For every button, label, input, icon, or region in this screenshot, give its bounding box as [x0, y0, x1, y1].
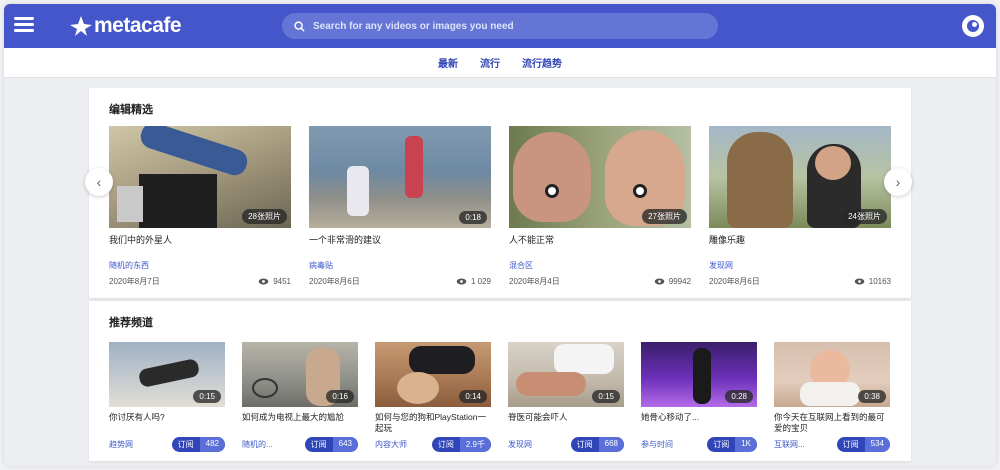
duration-badge: 0:16: [326, 390, 354, 403]
thumbnail[interactable]: 0:18: [309, 126, 491, 228]
nav-latest[interactable]: 最新: [438, 55, 458, 70]
photo-count-badge: 28张照片: [242, 209, 287, 224]
item-title[interactable]: 你今天在互联网上看到的最可爱的宝贝: [774, 412, 890, 434]
recommended-channels-section: 推荐频道 0:15 你讨厌有人吗? 趋势网 订阅 482 0:16 如何成为电视上…: [89, 301, 911, 461]
channel-item[interactable]: 0:14 如何与您的狗和PlayStation一起玩 内容大师 订阅 2.9千: [375, 342, 491, 452]
editor-item[interactable]: 0:18 一个非常滑的建议 病毒贴 2020年8月6日 1 029: [309, 126, 491, 287]
editor-item[interactable]: 28张照片 我们中的外星人 随机的东西 2020年8月7日 9451: [109, 126, 291, 287]
photo-count-badge: 27张照片: [642, 209, 687, 224]
subscribe-button[interactable]: 订阅 534: [836, 437, 890, 452]
view-count: 99942: [654, 276, 691, 287]
channel-link[interactable]: 参与时间: [641, 439, 673, 450]
logo-text: metacafe: [94, 14, 182, 37]
channel-link[interactable]: 发现网: [709, 260, 891, 271]
channel-item[interactable]: 0:15 你讨厌有人吗? 趋势网 订阅 482: [109, 342, 225, 452]
eye-icon: [258, 278, 269, 285]
thumbnail[interactable]: 0:38: [774, 342, 890, 407]
channel-item[interactable]: 0:15 脊医可能会吓人 发现网 订阅 668: [508, 342, 624, 452]
section-title: 推荐频道: [109, 317, 153, 329]
publish-date: 2020年8月6日: [709, 277, 760, 286]
subscriber-count: 668: [598, 437, 624, 452]
top-bar: metacafe: [4, 4, 996, 48]
publish-date: 2020年8月6日: [309, 277, 360, 286]
thumbnail[interactable]: 28张照片: [109, 126, 291, 228]
channel-item[interactable]: 0:16 如何成为电视上最大的尴尬 随机的... 订阅 643: [242, 342, 358, 452]
subscriber-count: 2.9千: [459, 437, 491, 452]
editor-item[interactable]: 24张照片 雕像乐趣 发现网 2020年8月6日 10163: [709, 126, 891, 287]
nav-trending[interactable]: 流行趋势: [522, 55, 562, 70]
publish-date: 2020年8月4日: [509, 277, 560, 286]
subscriber-count: 1K: [735, 437, 757, 452]
subscribe-button[interactable]: 订阅 482: [171, 437, 225, 452]
thumbnail[interactable]: 0:16: [242, 342, 358, 407]
item-title[interactable]: 脊医可能会吓人: [508, 412, 624, 434]
thumbnail[interactable]: 0:28: [641, 342, 757, 407]
channel-link[interactable]: 随机的...: [242, 439, 273, 450]
editor-item[interactable]: 27张照片 人不能正常 混合区 2020年8月4日 99942: [509, 126, 691, 287]
nav-popular[interactable]: 流行: [480, 55, 500, 70]
item-title[interactable]: 如何与您的狗和PlayStation一起玩: [375, 412, 491, 434]
item-title[interactable]: 你讨厌有人吗?: [109, 412, 225, 434]
subscribe-button[interactable]: 订阅 1K: [707, 437, 757, 452]
view-count: 9451: [258, 276, 291, 287]
item-title[interactable]: 雕像乐趣: [709, 235, 891, 246]
duration-badge: 0:15: [193, 390, 221, 403]
item-title[interactable]: 我们中的外星人: [109, 235, 291, 246]
metacafe-logo[interactable]: metacafe: [70, 13, 182, 39]
duration-badge: 0:14: [459, 390, 487, 403]
channel-link[interactable]: 发现网: [508, 439, 532, 450]
duration-badge: 0:18: [459, 211, 487, 224]
view-count: 1 029: [456, 276, 491, 287]
thumbnail[interactable]: 0:15: [508, 342, 624, 407]
channel-link[interactable]: 内容大师: [375, 439, 407, 450]
browser-window: metacafe 最新 流行 流行趋势 编辑精选: [4, 4, 996, 466]
photo-count-badge: 24张照片: [842, 209, 887, 224]
chevron-left-icon: ‹: [96, 174, 102, 190]
item-title[interactable]: 如何成为电视上最大的尴尬: [242, 412, 358, 434]
duration-badge: 0:38: [858, 390, 886, 403]
thumbnail[interactable]: 27张照片: [509, 126, 691, 228]
section-title: 编辑精选: [109, 104, 153, 116]
search-icon: [294, 20, 305, 32]
channel-item[interactable]: 0:38 你今天在互联网上看到的最可爱的宝贝 互联网... 订阅 534: [774, 342, 890, 452]
logo-icon: [70, 16, 92, 36]
search-input[interactable]: [313, 20, 693, 32]
eye-icon: [654, 278, 665, 285]
item-title[interactable]: 一个非常滑的建议: [309, 235, 491, 246]
publish-date: 2020年8月7日: [109, 277, 160, 286]
carousel-next-button[interactable]: ›: [884, 168, 912, 196]
subscribe-button[interactable]: 订阅 2.9千: [431, 437, 491, 452]
channel-item[interactable]: 0:28 她骨心移动了... 参与时间 订阅 1K: [641, 342, 757, 452]
editors-pick-section: 编辑精选 28张照片 我们中的外星人 随机的东西 2020年8月7日 9451: [89, 88, 911, 298]
subscribe-button[interactable]: 订阅 668: [570, 437, 624, 452]
channel-link[interactable]: 病毒贴: [309, 260, 491, 271]
thumbnail[interactable]: 0:14: [375, 342, 491, 407]
duration-badge: 0:28: [725, 390, 753, 403]
eye-icon: [854, 278, 865, 285]
subscribe-button[interactable]: 订阅 643: [304, 437, 358, 452]
subscriber-count: 643: [332, 437, 358, 452]
category-nav: 最新 流行 流行趋势: [4, 48, 996, 78]
user-avatar-icon[interactable]: [962, 15, 984, 37]
view-count: 10163: [854, 276, 891, 287]
item-title[interactable]: 她骨心移动了...: [641, 412, 757, 434]
channel-link[interactable]: 随机的东西: [109, 260, 291, 271]
channel-link[interactable]: 趋势网: [109, 439, 133, 450]
subscriber-count: 482: [199, 437, 225, 452]
thumbnail[interactable]: 0:15: [109, 342, 225, 407]
hamburger-menu-icon[interactable]: [12, 14, 36, 36]
search-bar[interactable]: [282, 13, 718, 39]
duration-badge: 0:15: [592, 390, 620, 403]
carousel-prev-button[interactable]: ‹: [85, 168, 113, 196]
eye-icon: [456, 278, 467, 285]
chevron-right-icon: ›: [895, 174, 901, 190]
item-title[interactable]: 人不能正常: [509, 235, 691, 246]
subscriber-count: 534: [864, 437, 890, 452]
thumbnail[interactable]: 24张照片: [709, 126, 891, 228]
channel-link[interactable]: 混合区: [509, 260, 691, 271]
channel-link[interactable]: 互联网...: [774, 439, 805, 450]
